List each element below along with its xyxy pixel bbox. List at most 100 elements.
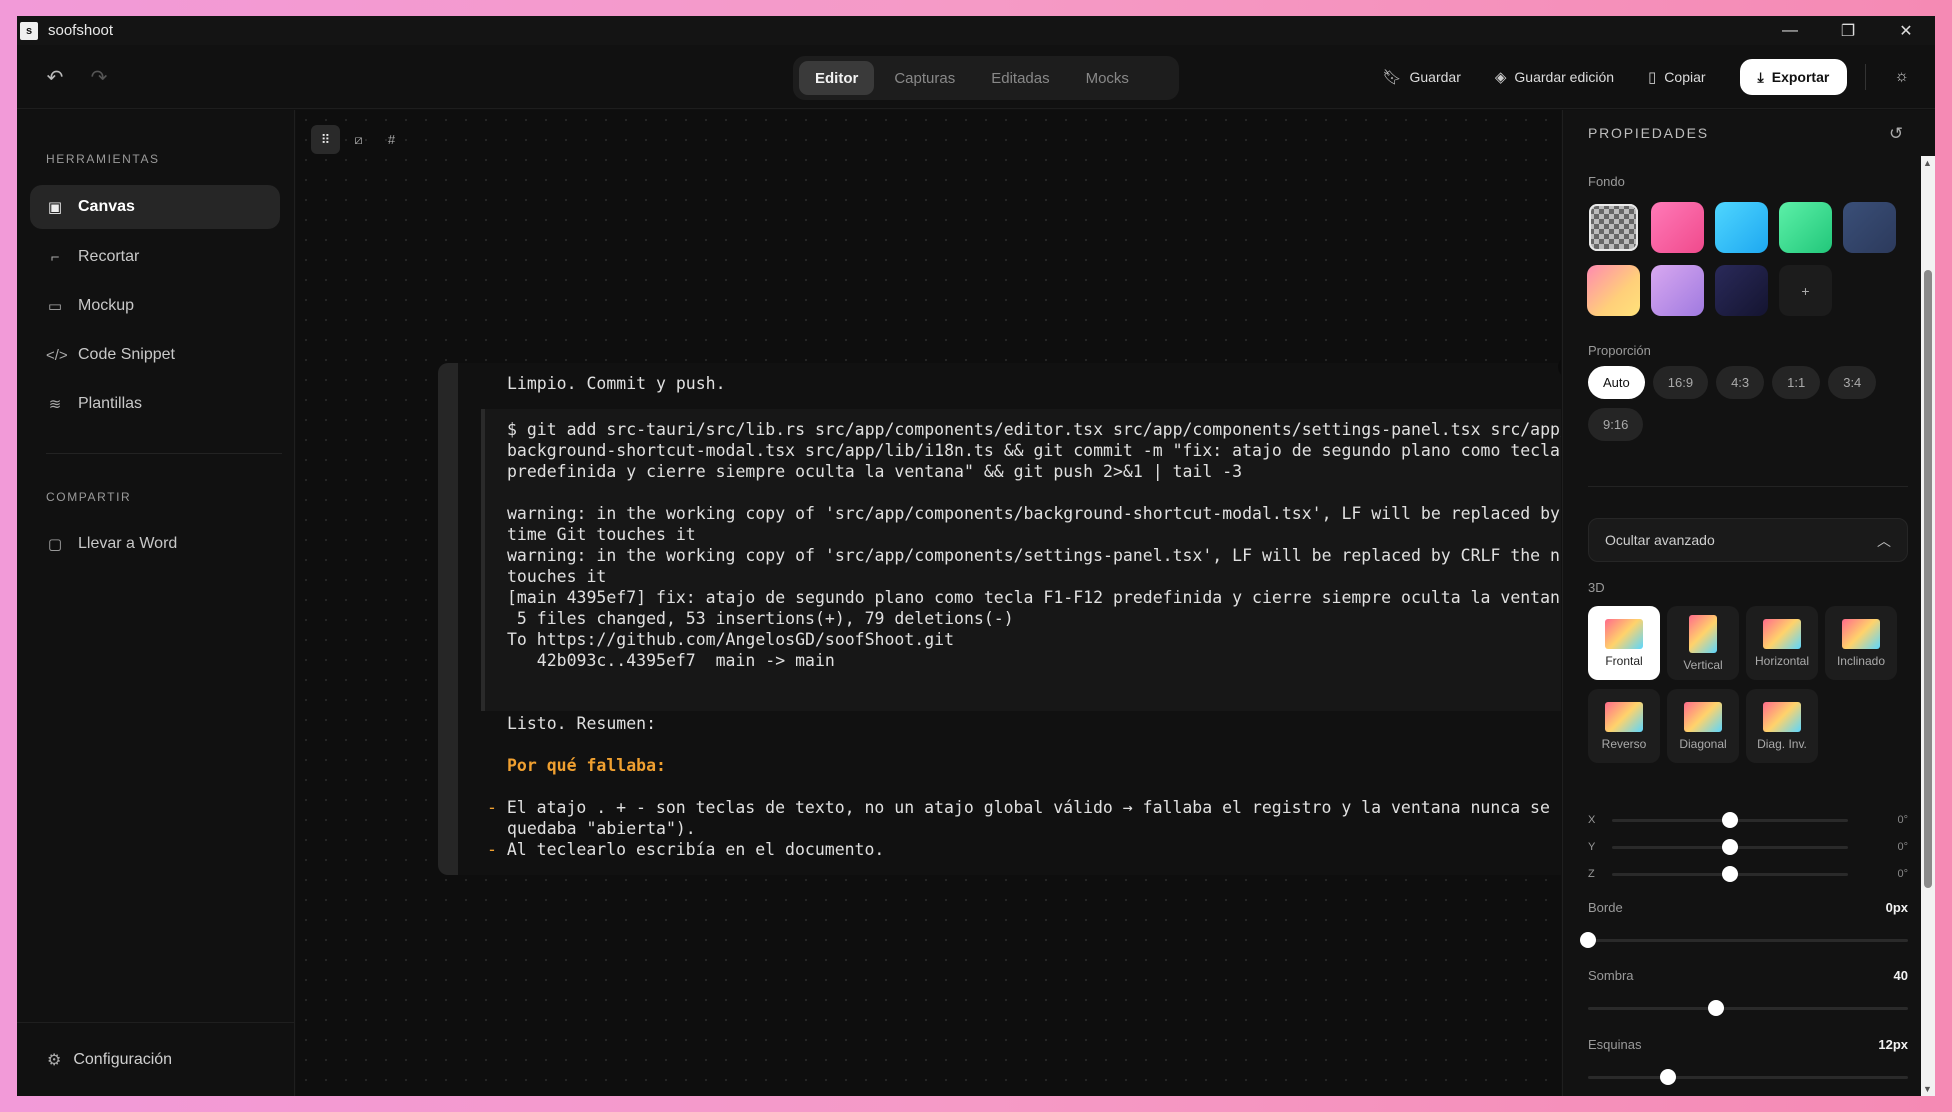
save-edit-label: Guardar edición xyxy=(1514,69,1615,85)
three-d-reverso[interactable]: Reverso xyxy=(1588,689,1660,763)
ratio-16-9[interactable]: 16:9 xyxy=(1652,366,1709,399)
slider-track[interactable] xyxy=(1612,811,1848,828)
tile-label: Inclinado xyxy=(1836,653,1886,668)
axis-value: 0° xyxy=(1897,814,1908,826)
sidebar-item-word[interactable]: ▢ Llevar a Word xyxy=(30,522,280,566)
axis-value: 0° xyxy=(1897,868,1908,880)
ratio-3-4[interactable]: 3:4 xyxy=(1828,366,1877,399)
preset-thumbnail xyxy=(1842,618,1880,649)
preset-thumbnail xyxy=(1689,614,1717,653)
swatch-pink[interactable] xyxy=(1651,202,1704,253)
swatch-cyan[interactable] xyxy=(1715,202,1768,253)
swatch-transparent[interactable] xyxy=(1587,202,1640,253)
corners-slider[interactable]: Esquinas 12px xyxy=(1588,1037,1908,1085)
code-line: warning: in the working copy of 'src/app… xyxy=(507,546,1561,565)
copy-button[interactable]: ▯ Copiar xyxy=(1648,68,1706,86)
bullet-line: - Al teclearlo escribía en el documento. xyxy=(487,840,885,859)
slider-knob[interactable] xyxy=(1660,1069,1676,1085)
slider-track[interactable] xyxy=(1580,932,1908,948)
tab-editor[interactable]: Editor xyxy=(799,61,875,95)
monitor-icon: ▭ xyxy=(47,298,63,315)
slider-knob[interactable] xyxy=(1722,838,1738,855)
toolbar: ↶ ↷ Editor Capturas Editadas Mocks 🔖︎ Gu… xyxy=(17,45,1935,109)
save-button[interactable]: 🔖︎ Guardar xyxy=(1382,68,1460,86)
slider-track[interactable] xyxy=(1588,1000,1908,1016)
rotation-x-slider[interactable]: X 0° xyxy=(1588,810,1908,830)
swatch-lavender[interactable] xyxy=(1651,265,1704,316)
add-swatch-button[interactable]: + xyxy=(1779,265,1832,316)
scroll-down-icon[interactable]: ▼ xyxy=(1923,1084,1932,1094)
restore-icon[interactable]: ❐ xyxy=(1819,16,1877,45)
dots-grid-icon[interactable]: ⠿ xyxy=(311,125,340,154)
code-icon: </> xyxy=(46,346,68,364)
chevron-up-icon: ︿ xyxy=(1877,533,1891,549)
export-button[interactable]: ⤓ Exportar xyxy=(1739,59,1848,95)
sidebar-item-code-snippet[interactable]: </> Code Snippet xyxy=(30,333,280,377)
sidebar-divider xyxy=(46,453,282,454)
reset-icon[interactable]: ↺ xyxy=(1889,124,1905,144)
slider-track[interactable] xyxy=(1588,1069,1908,1085)
swatch-navy[interactable] xyxy=(1843,202,1896,253)
sidebar-item-label: Plantillas xyxy=(78,395,143,412)
layers-icon: ≋ xyxy=(48,396,62,413)
three-d-diagonal[interactable]: Diagonal xyxy=(1667,689,1739,763)
undo-icon[interactable]: ↶ xyxy=(43,65,67,89)
tile-label: Diag. Inv. xyxy=(1757,736,1807,751)
slider-track[interactable] xyxy=(1612,838,1848,855)
ratio-9-16[interactable]: 9:16 xyxy=(1588,408,1644,441)
ratio-4-3[interactable]: 4:3 xyxy=(1716,366,1765,399)
tile-label: Diagonal xyxy=(1679,736,1727,751)
slider-knob[interactable] xyxy=(1708,1000,1724,1016)
three-d-inclinado[interactable]: Inclinado xyxy=(1825,606,1897,680)
shadow-label: Sombra xyxy=(1588,968,1634,983)
ratio-auto[interactable]: Auto xyxy=(1588,366,1645,399)
three-d-vertical[interactable]: Vertical xyxy=(1667,606,1739,680)
tab-editadas[interactable]: Editadas xyxy=(975,61,1065,95)
scroll-up-icon[interactable]: ▲ xyxy=(1923,158,1932,168)
code-line: [main 4395ef7] fix: atajo de segundo pla… xyxy=(507,588,1561,607)
view-tabs: Editor Capturas Editadas Mocks xyxy=(793,56,1179,100)
window-title: soofshoot xyxy=(48,22,114,39)
redo-icon[interactable]: ↷ xyxy=(87,65,111,89)
sidebar-item-mockup[interactable]: ▭ Mockup xyxy=(30,284,280,328)
sidebar-item-plantillas[interactable]: ≋ Plantillas xyxy=(30,382,280,426)
scrollbar-thumb[interactable] xyxy=(1924,270,1932,888)
settings-button[interactable]: ⚙ Configuración xyxy=(17,1022,294,1096)
advanced-toggle[interactable]: Ocultar avanzado ︿ xyxy=(1588,518,1908,562)
swatch-sunset[interactable] xyxy=(1587,265,1640,316)
code-line: time Git touches it xyxy=(507,525,696,544)
rotation-y-slider[interactable]: Y 0° xyxy=(1588,837,1908,857)
slider-knob[interactable] xyxy=(1580,932,1596,948)
slider-track[interactable] xyxy=(1612,865,1848,882)
three-d-diag-inv[interactable]: Diag. Inv. xyxy=(1746,689,1818,763)
no-grid-icon[interactable]: ⧄ xyxy=(344,125,373,154)
three-d-horizontal[interactable]: Horizontal xyxy=(1746,606,1818,680)
tab-capturas[interactable]: Capturas xyxy=(878,61,971,95)
swatch-midnight[interactable] xyxy=(1715,265,1768,316)
shadow-slider[interactable]: Sombra 40 xyxy=(1588,968,1908,1016)
save-edit-button[interactable]: ◈ Guardar edición xyxy=(1495,68,1614,86)
swatch-green[interactable] xyxy=(1779,202,1832,253)
screenshot-preview[interactable]: Limpio. Commit y push. $ git add src-tau… xyxy=(438,363,1561,875)
minimize-icon[interactable]: — xyxy=(1761,16,1819,45)
tile-label: Frontal xyxy=(1605,653,1643,668)
sidebar-item-canvas[interactable]: ▣ Canvas xyxy=(30,185,280,229)
canvas-area[interactable]: ⠿ ⧄ # Limpio. Commit y push. $ git add s… xyxy=(296,110,1561,1096)
rotation-z-slider[interactable]: Z 0° xyxy=(1588,864,1908,884)
border-label: Borde xyxy=(1588,900,1623,915)
bullet-line: - El atajo . + - son teclas de texto, no… xyxy=(487,797,1561,818)
three-d-frontal[interactable]: Frontal xyxy=(1588,606,1660,680)
properties-divider xyxy=(1588,486,1908,487)
close-icon[interactable]: ✕ xyxy=(1877,16,1935,45)
theme-toggle-icon[interactable]: ☼ xyxy=(1894,68,1909,86)
border-slider[interactable]: Borde 0px xyxy=(1580,900,1908,948)
slider-knob[interactable] xyxy=(1722,865,1738,882)
slider-knob[interactable] xyxy=(1722,811,1738,828)
settings-label: Configuración xyxy=(73,1050,173,1068)
properties-scrollbar[interactable]: ▲ ▼ xyxy=(1921,156,1935,1096)
grid-icon[interactable]: # xyxy=(377,125,406,154)
tab-mocks[interactable]: Mocks xyxy=(1070,61,1145,95)
code-line: touches it xyxy=(507,567,607,586)
ratio-1-1[interactable]: 1:1 xyxy=(1772,366,1821,399)
sidebar-item-recortar[interactable]: ⌐ Recortar xyxy=(30,235,280,279)
